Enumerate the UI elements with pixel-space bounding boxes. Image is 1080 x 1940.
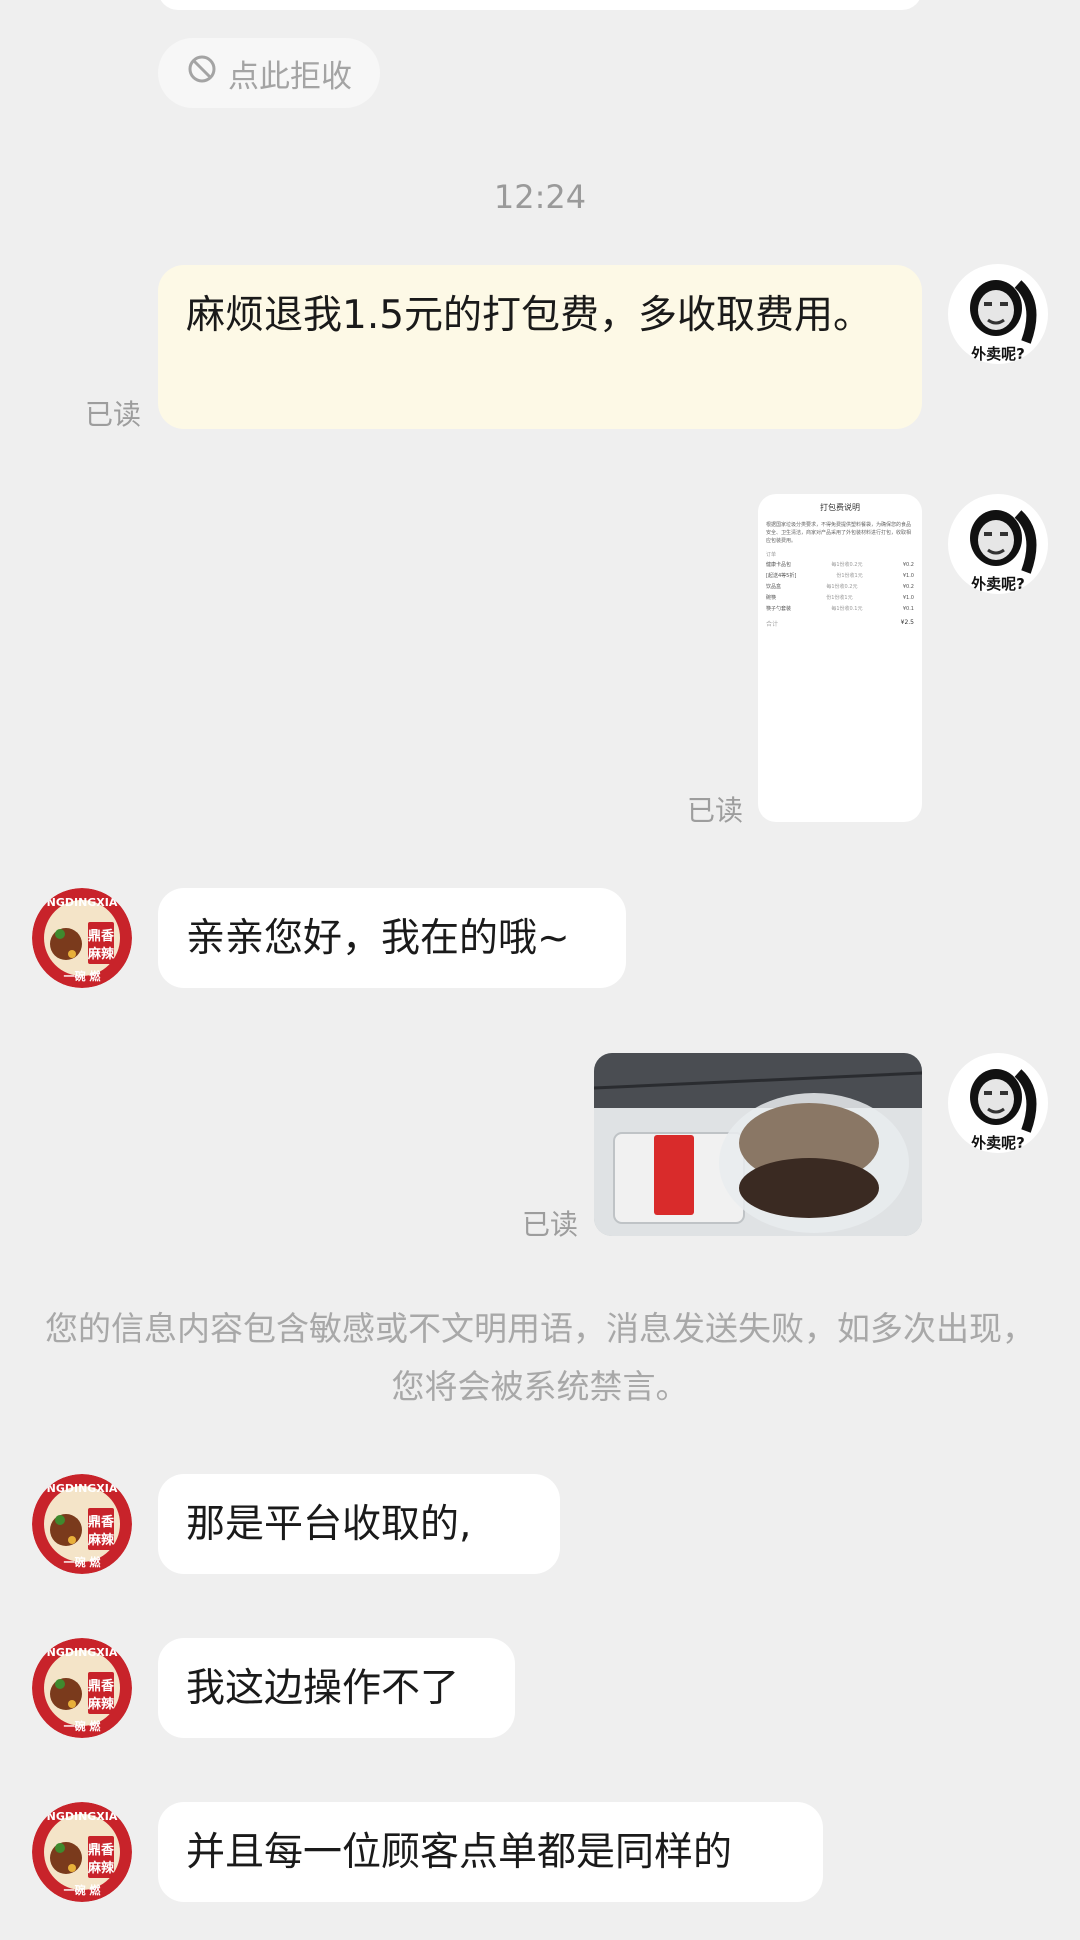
my-avatar[interactable]: 外卖呢? bbox=[948, 1053, 1048, 1153]
doc-row-price: ¥0.1 bbox=[902, 606, 914, 612]
doc-row-note: 每1份收0.2元 bbox=[831, 562, 863, 568]
doc-row-name: 筷子勺套装 bbox=[766, 606, 792, 612]
doc-row: 筷子勺套装 每1份收0.1元 ¥0.1 bbox=[766, 604, 914, 615]
shop-message-bubble[interactable]: 那是平台收取的, bbox=[158, 1474, 560, 1574]
doc-row-note: 份1份收1元 bbox=[826, 595, 853, 601]
svg-text:NGDINGXIA: NGDINGXIA bbox=[47, 1482, 118, 1495]
shop-message-bubble[interactable]: 亲亲您好，我在的哦~ bbox=[158, 888, 626, 988]
doc-section-label: 订单 bbox=[766, 552, 777, 558]
svg-text:麻辣: 麻辣 bbox=[87, 1532, 115, 1548]
shop-avatar[interactable]: 鼎香 麻辣 NGDINGXIA 一碗 燃 bbox=[32, 888, 132, 988]
svg-text:鼎香: 鼎香 bbox=[88, 1514, 115, 1530]
block-icon bbox=[186, 53, 218, 93]
doc-row: 碗筷 份1份收1元 ¥1.0 bbox=[766, 593, 914, 604]
system-notice: 您的信息内容包含敏感或不文明用语，消息发送失败，如多次出现，您将会被系统禁言。 bbox=[45, 1309, 1035, 1406]
avatar-caption: 外卖呢? bbox=[970, 1134, 1025, 1152]
previous-message-bubble[interactable] bbox=[158, 0, 922, 10]
svg-text:一碗 燃: 一碗 燃 bbox=[64, 1719, 102, 1733]
message-timestamp: 12:24 bbox=[493, 178, 587, 216]
read-receipt: 已读 bbox=[687, 794, 744, 827]
doc-total-row: 合计 ¥2.5 bbox=[758, 615, 922, 632]
doc-title: 打包费说明 bbox=[820, 503, 860, 512]
svg-text:鼎香: 鼎香 bbox=[88, 1842, 115, 1858]
svg-text:鼎香: 鼎香 bbox=[88, 1678, 115, 1694]
doc-row-name: 健康卡品包 bbox=[766, 562, 792, 568]
svg-text:麻辣: 麻辣 bbox=[87, 1696, 115, 1712]
doc-row-name: [起送4等5折] bbox=[766, 573, 797, 579]
svg-text:NGDINGXIA: NGDINGXIA bbox=[47, 896, 118, 909]
doc-row-note: 每1份收0.2元 bbox=[826, 584, 858, 590]
doc-row: 健康卡品包 每1份收0.2元 ¥0.2 bbox=[766, 560, 914, 571]
reject-button[interactable]: 点此拒收 bbox=[158, 38, 380, 108]
food-photo[interactable] bbox=[594, 1053, 922, 1236]
reject-label: 点此拒收 bbox=[228, 58, 352, 95]
svg-text:NGDINGXIA: NGDINGXIA bbox=[47, 1810, 118, 1823]
doc-row: 饮品盒 每1份收0.2元 ¥0.2 bbox=[766, 582, 914, 593]
svg-text:一碗 燃: 一碗 燃 bbox=[64, 969, 102, 983]
svg-text:一碗 燃: 一碗 燃 bbox=[64, 1883, 102, 1897]
shop-message-bubble[interactable]: 并且每一位顾客点单都是同样的 bbox=[158, 1802, 823, 1902]
shop-message-bubble[interactable]: 我这边操作不了 bbox=[158, 1638, 515, 1738]
svg-text:鼎香: 鼎香 bbox=[88, 928, 115, 944]
doc-intro: 根据国家垃圾分类要求，不得免费提供塑料餐袋，为确保您的食品安全、卫生清洁，商家对… bbox=[766, 522, 912, 544]
doc-row-name: 饮品盒 bbox=[766, 584, 782, 590]
doc-row-price: ¥0.2 bbox=[902, 562, 914, 568]
doc-row-note: 份1份收1元 bbox=[836, 573, 863, 579]
my-avatar[interactable]: 外卖呢? bbox=[948, 264, 1048, 364]
shop-avatar[interactable]: 鼎香 麻辣 NGDINGXIA 一碗 燃 bbox=[32, 1474, 132, 1574]
shop-avatar[interactable]: 鼎香 麻辣 NGDINGXIA 一碗 燃 bbox=[32, 1638, 132, 1738]
doc-row: [起送4等5折] 份1份收1元 ¥1.0 bbox=[766, 571, 914, 582]
my-message-bubble[interactable]: 麻烦退我1.5元的打包费，多收取费用。 bbox=[158, 265, 922, 429]
read-receipt: 已读 bbox=[85, 398, 142, 431]
avatar-caption: 外卖呢? bbox=[970, 575, 1025, 593]
doc-rows: 健康卡品包 每1份收0.2元 ¥0.2 [起送4等5折] 份1份收1元 ¥1.0 饮品盒 每1… bbox=[758, 560, 922, 615]
svg-text:麻辣: 麻辣 bbox=[87, 1860, 115, 1876]
svg-text:NGDINGXIA: NGDINGXIA bbox=[47, 1646, 118, 1659]
doc-total-value: ¥2.5 bbox=[900, 619, 914, 626]
doc-row-price: ¥0.2 bbox=[902, 584, 914, 590]
doc-row-name: 碗筷 bbox=[766, 595, 777, 601]
doc-row-price: ¥1.0 bbox=[902, 595, 914, 601]
avatar-caption: 外卖呢? bbox=[970, 345, 1025, 363]
doc-row-note: 每1份收0.1元 bbox=[831, 606, 863, 612]
shop-avatar[interactable]: 鼎香 麻辣 NGDINGXIA 一碗 燃 bbox=[32, 1802, 132, 1902]
doc-total-label: 合计 bbox=[766, 621, 779, 628]
my-avatar[interactable]: 外卖呢? bbox=[948, 494, 1048, 594]
fee-explanation-image[interactable]: 打包费说明 根据国家垃圾分类要求，不得免费提供塑料餐袋，为确保您的食品安全、卫生… bbox=[758, 494, 922, 822]
svg-text:麻辣: 麻辣 bbox=[87, 946, 115, 962]
read-receipt: 已读 bbox=[522, 1208, 579, 1241]
svg-text:一碗 燃: 一碗 燃 bbox=[64, 1555, 102, 1569]
doc-row-price: ¥1.0 bbox=[902, 573, 914, 579]
